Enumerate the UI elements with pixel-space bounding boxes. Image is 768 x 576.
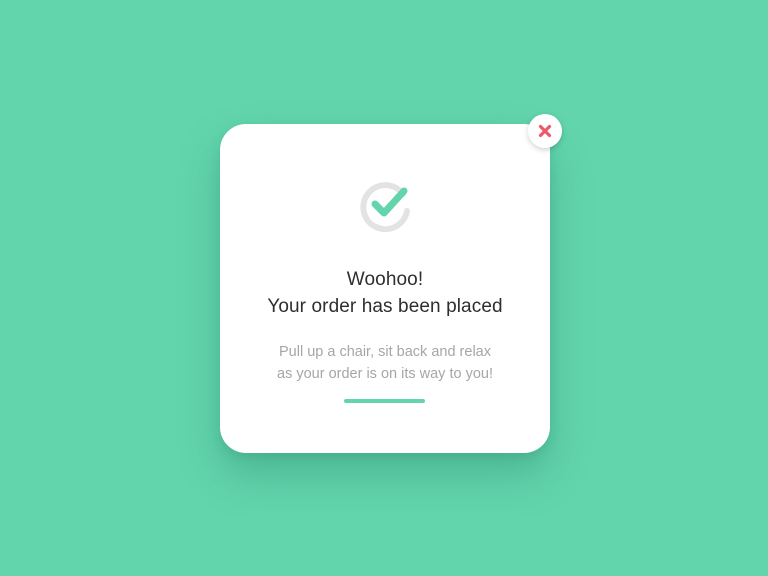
dialog-message: Pull up a chair, sit back and relax as y… [220, 341, 550, 385]
order-confirmation-dialog: Woohoo! Your order has been placed Pull … [220, 124, 550, 453]
dialog-title: Woohoo! Your order has been placed [220, 266, 550, 320]
title-line-1: Woohoo! [346, 269, 424, 290]
title-line-2: Your order has been placed [267, 296, 503, 317]
close-icon [538, 124, 552, 138]
check-circle-icon [356, 178, 414, 234]
message-line-1: Pull up a chair, sit back and relax [279, 344, 491, 360]
page-background: Woohoo! Your order has been placed Pull … [0, 0, 768, 576]
close-button[interactable] [528, 114, 562, 148]
accent-divider [344, 399, 425, 403]
message-line-2: as your order is on its way to you! [277, 366, 493, 382]
